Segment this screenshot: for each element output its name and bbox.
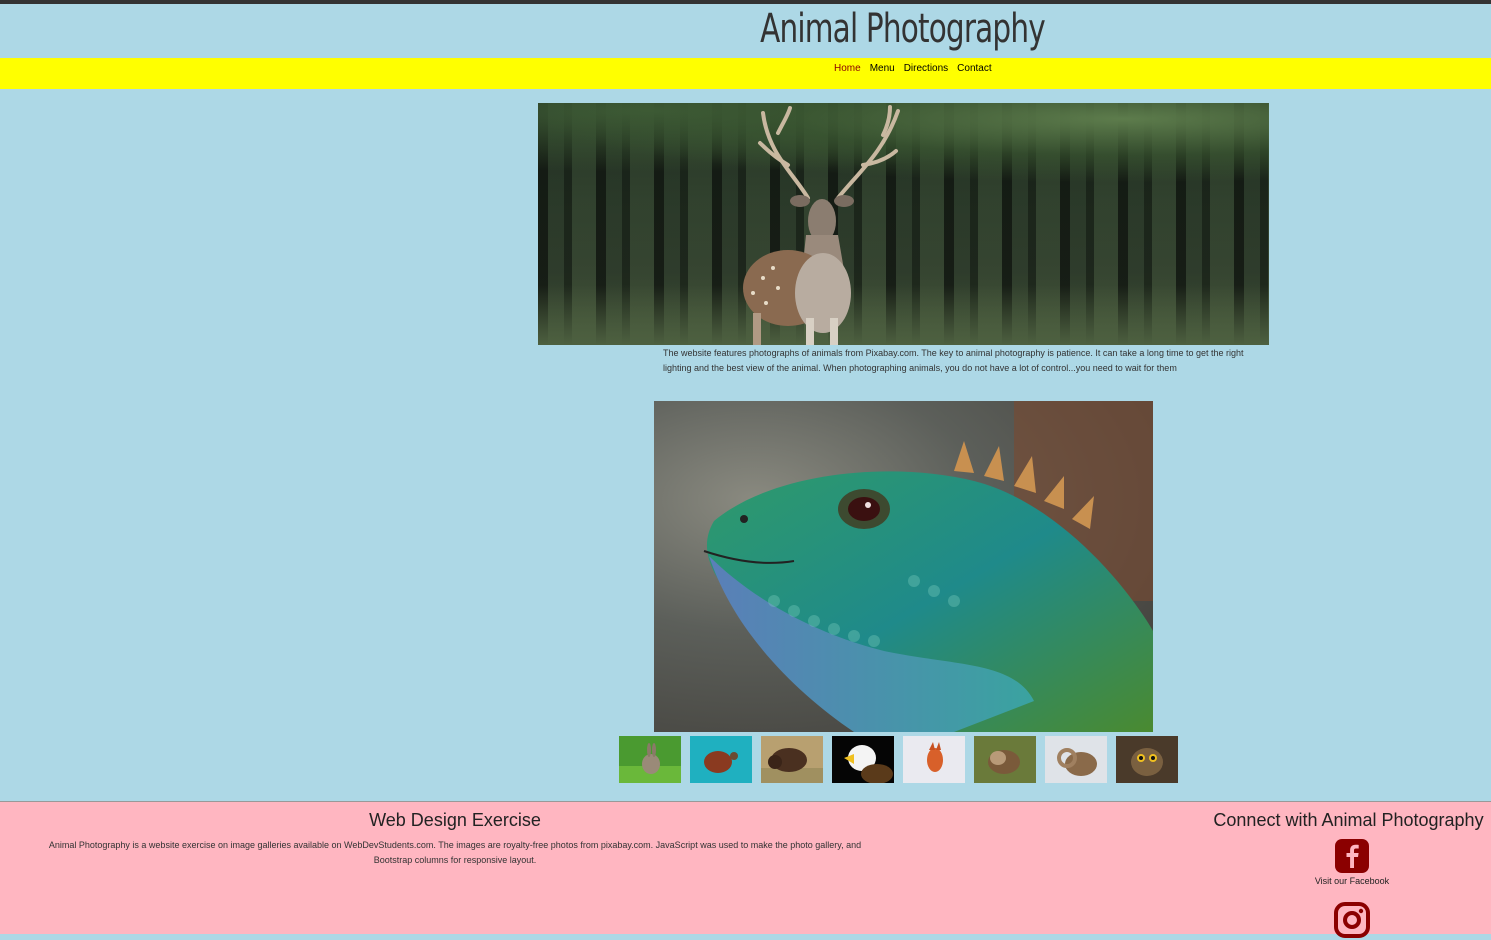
main-navbar: Home Menu Directions Contact <box>0 58 1491 89</box>
footer-about-title: Web Design Exercise <box>369 810 541 830</box>
intro-paragraph: The website features photographs of anim… <box>663 348 1244 373</box>
thumbnail-ram[interactable] <box>1045 736 1107 783</box>
thumbnail-eagle[interactable] <box>832 736 894 783</box>
thumbnail-fox[interactable] <box>903 736 965 783</box>
nav-item-home[interactable]: Home <box>834 63 861 74</box>
site-footer: Web Design Exercise Animal Photography i… <box>0 801 1491 938</box>
footer-about-text: Animal Photography is a website exercise… <box>48 840 862 865</box>
nav-list: Home Menu Directions Contact <box>834 63 992 74</box>
instagram-link[interactable] <box>1307 902 1397 940</box>
thumbnail-rabbit[interactable] <box>619 736 681 783</box>
nav-item-contact[interactable]: Contact <box>957 63 991 74</box>
footer-connect-title: Connect with Animal Photography <box>1213 810 1484 830</box>
thumbnail-bison[interactable] <box>761 736 823 783</box>
iguana-figure <box>703 401 1153 732</box>
thumbnail-otter[interactable] <box>974 736 1036 783</box>
thumbnail-strip <box>619 736 1178 783</box>
top-border <box>0 0 1491 4</box>
nav-item-directions[interactable]: Directions <box>904 63 948 74</box>
facebook-link[interactable]: Visit our Facebook <box>1307 838 1397 886</box>
site-title: Animal Photography <box>760 6 1046 52</box>
hero-deer-image <box>538 103 1269 345</box>
thumbnail-turtle[interactable] <box>690 736 752 783</box>
thumbnail-owl[interactable] <box>1116 736 1178 783</box>
facebook-label: Visit our Facebook <box>1314 876 1390 886</box>
gallery-main-image-iguana <box>654 401 1153 732</box>
deer-figure <box>743 105 900 345</box>
facebook-icon <box>1335 839 1369 873</box>
nav-item-menu[interactable]: Menu <box>870 63 895 74</box>
